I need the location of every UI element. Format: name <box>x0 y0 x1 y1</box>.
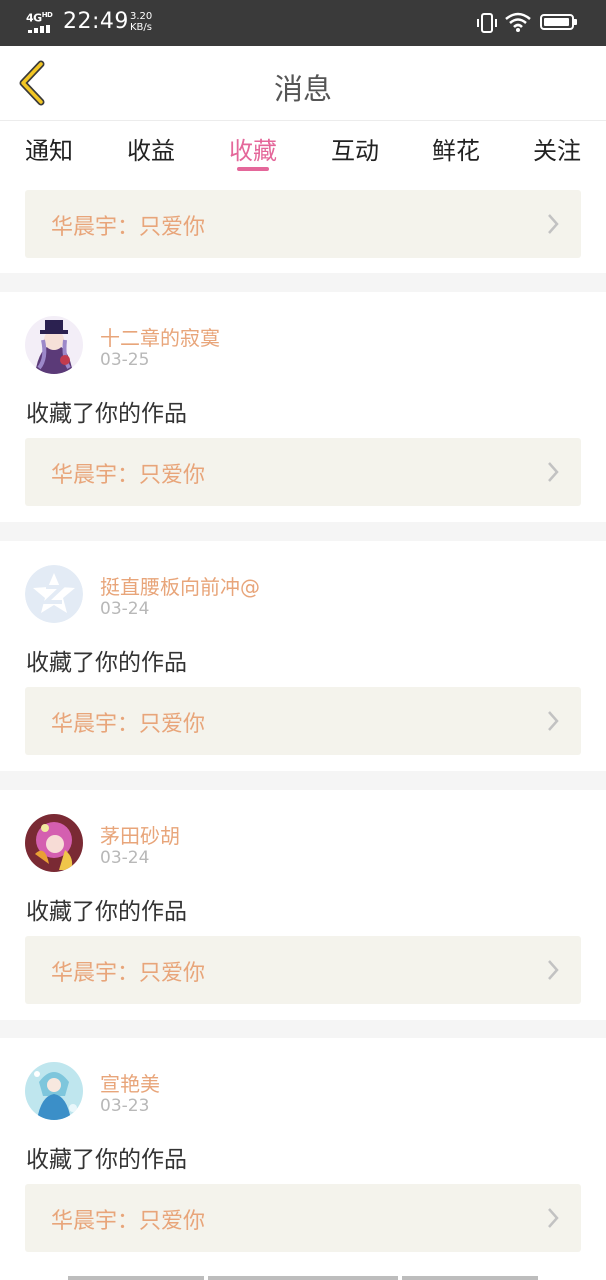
wifi-icon <box>505 12 531 32</box>
action-text: 收藏了你的作品 <box>26 650 187 676</box>
avatar[interactable] <box>25 814 83 872</box>
network-indicator: 4GHD <box>26 11 53 25</box>
work-link[interactable]: 华晨宇：只爱你 <box>25 190 581 258</box>
chevron-right-icon <box>548 462 559 482</box>
avatar[interactable] <box>25 565 83 623</box>
username[interactable]: 茅田砂胡 <box>100 820 180 849</box>
page-title: 消息 <box>273 72 332 106</box>
work-title: 华晨宇：只爱你 <box>51 215 206 240</box>
bottom-indicator <box>0 1274 606 1280</box>
work-title: 华晨宇：只爱你 <box>51 712 206 737</box>
tab-flowers[interactable]: 鲜花 <box>431 131 481 171</box>
network-speed: 3.20 KB/s <box>130 11 153 33</box>
chevron-right-icon <box>548 711 559 731</box>
tab-favorites[interactable]: 收藏 <box>228 131 278 171</box>
chevron-right-icon <box>548 214 559 234</box>
vibrate-icon <box>477 13 497 33</box>
message-date: 03-23 <box>100 1096 150 1116</box>
list-item: 华晨宇：只爱你 <box>0 176 606 273</box>
chevron-right-icon <box>548 960 559 980</box>
list-item: 宣艳美 03-23 收藏了你的作品 华晨宇：只爱你 <box>0 1038 606 1280</box>
list-item: 挺直腰板向前冲@ 03-24 收藏了你的作品 华晨宇：只爱你 <box>0 541 606 771</box>
work-link[interactable]: 华晨宇：只爱你 <box>25 438 581 506</box>
chevron-right-icon <box>548 1208 559 1228</box>
signal-icon <box>28 25 50 33</box>
tab-interactions[interactable]: 互动 <box>330 131 380 171</box>
work-link[interactable]: 华晨宇：只爱你 <box>25 687 581 755</box>
username[interactable]: 十二章的寂寞 <box>100 322 220 351</box>
username[interactable]: 挺直腰板向前冲@ <box>100 571 260 600</box>
clock: 22:49 <box>63 9 129 34</box>
message-list: 华晨宇：只爱你 十二章的寂寞 03-25 收藏了你的作品 华晨宇：只爱你 挺直腰… <box>0 176 606 1280</box>
message-date: 03-24 <box>100 848 150 868</box>
tab-follows[interactable]: 关注 <box>532 131 582 171</box>
action-text: 收藏了你的作品 <box>26 899 187 925</box>
avatar[interactable] <box>25 1062 83 1120</box>
action-text: 收藏了你的作品 <box>26 1147 187 1173</box>
work-title: 华晨宇：只爱你 <box>51 1209 206 1234</box>
work-link[interactable]: 华晨宇：只爱你 <box>25 1184 581 1252</box>
navigation-bar: 消息 <box>0 46 606 121</box>
work-link[interactable]: 华晨宇：只爱你 <box>25 936 581 1004</box>
avatar[interactable] <box>25 316 83 374</box>
action-text: 收藏了你的作品 <box>26 401 187 427</box>
active-tab-indicator <box>237 167 269 171</box>
username[interactable]: 宣艳美 <box>100 1068 160 1097</box>
status-bar: 4GHD 22:49 3.20 KB/s <box>0 0 606 46</box>
list-item: 十二章的寂寞 03-25 收藏了你的作品 华晨宇：只爱你 <box>0 292 606 522</box>
message-date: 03-24 <box>100 599 150 619</box>
message-date: 03-25 <box>100 350 150 370</box>
list-item: 茅田砂胡 03-24 收藏了你的作品 华晨宇：只爱你 <box>0 790 606 1020</box>
tab-notifications[interactable]: 通知 <box>24 131 74 171</box>
battery-icon <box>540 14 577 30</box>
tab-bar: 通知 收益 收藏 互动 鲜花 关注 <box>0 121 606 176</box>
work-title: 华晨宇：只爱你 <box>51 463 206 488</box>
work-title: 华晨宇：只爱你 <box>51 961 206 986</box>
tab-earnings[interactable]: 收益 <box>126 131 176 171</box>
